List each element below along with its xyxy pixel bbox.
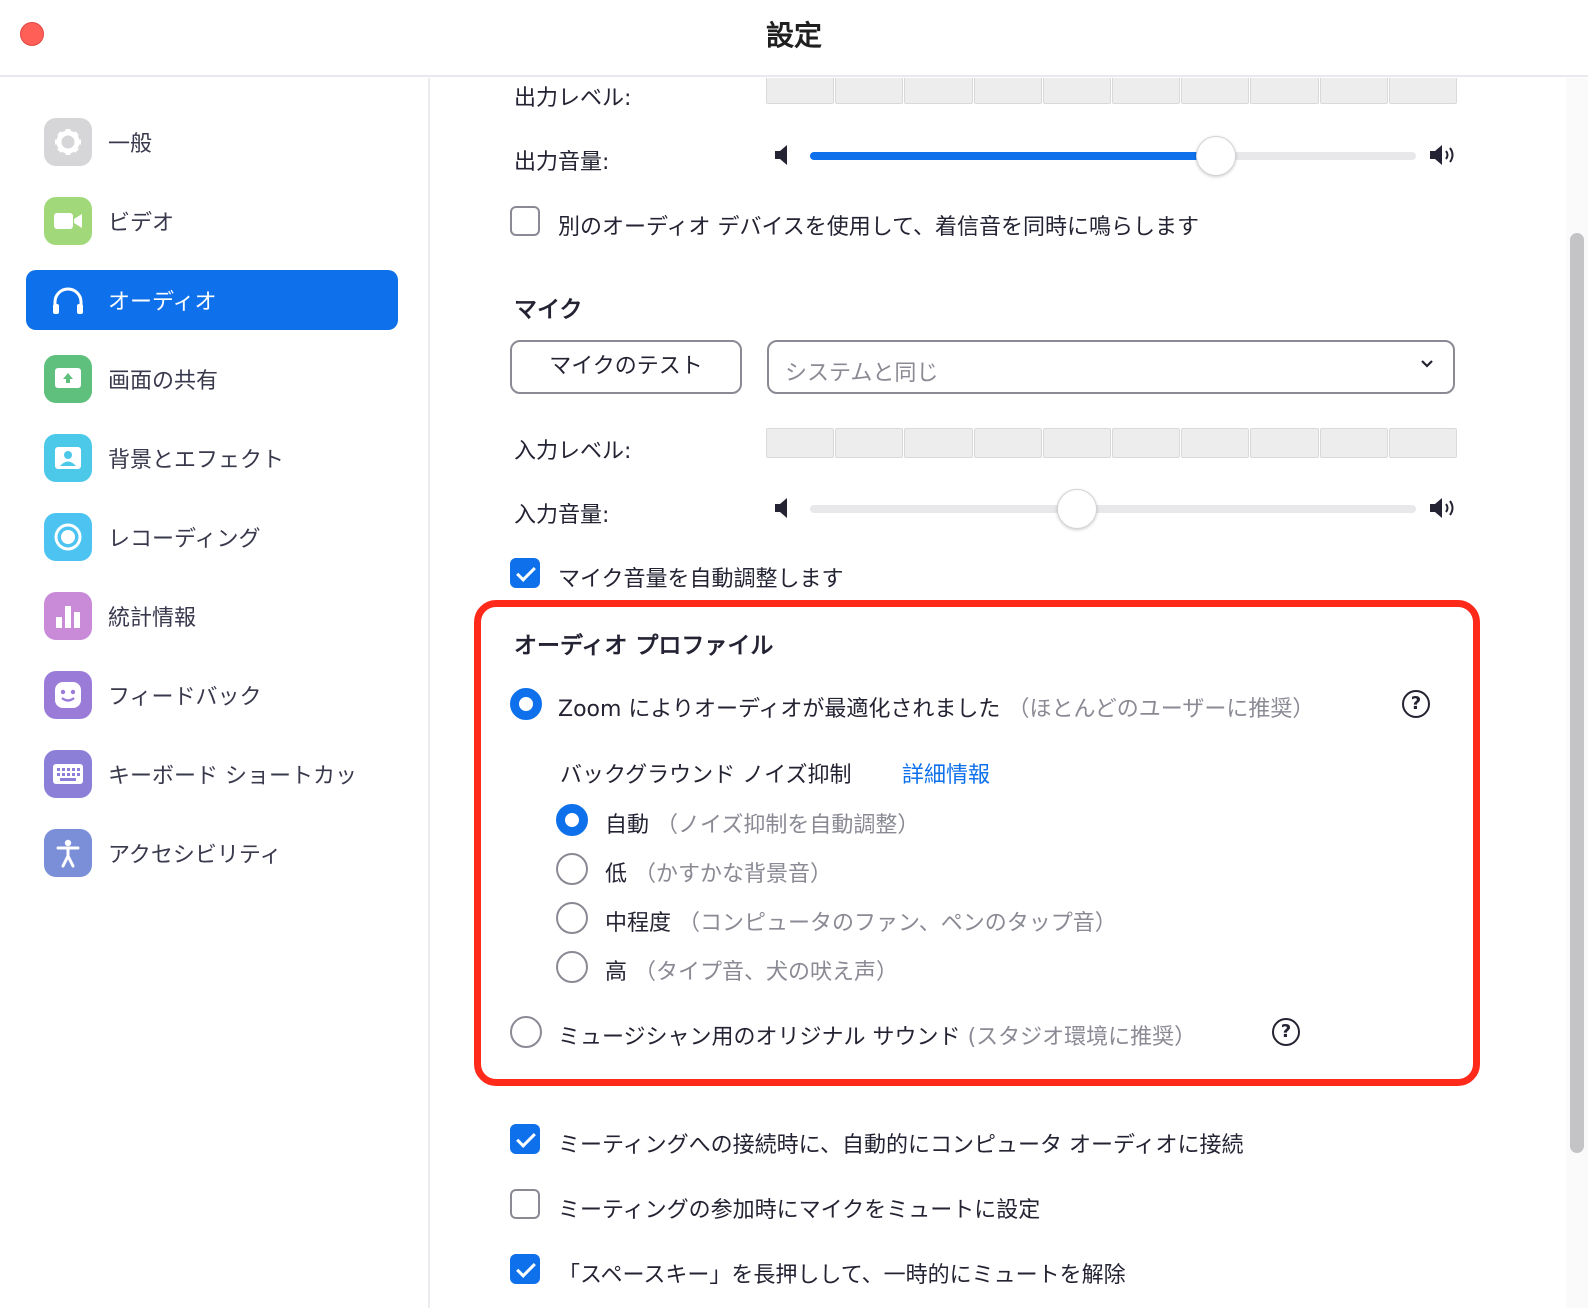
speaker-high-icon (1430, 498, 1454, 518)
slider-track (810, 489, 1416, 529)
noise-auto-radio[interactable] (556, 804, 588, 836)
auto-join-computer-audio-checkbox[interactable] (510, 1124, 540, 1154)
speaker-high-icon (1430, 145, 1454, 165)
sidebar-item-background-effects[interactable]: 背景とエフェクト (26, 428, 398, 488)
help-icon[interactable]: ? (1272, 1018, 1300, 1046)
scrollbar-thumb[interactable] (1570, 233, 1584, 1153)
mute-on-join-label: ミーティングの参加時にマイクをミュートに設定 (558, 1198, 1041, 1223)
test-mic-button[interactable]: マイクのテスト (510, 340, 742, 394)
sidebar-item-label: 画面の共有 (108, 369, 219, 394)
sidebar-item-recording[interactable]: レコーディング (26, 507, 398, 567)
auto-adjust-mic-volume-label: マイク音量を自動調整します (558, 567, 844, 592)
sidebar-item-label: ビデオ (108, 211, 175, 236)
record-icon (44, 513, 92, 561)
noise-low-radio[interactable] (556, 853, 588, 885)
slider-thumb[interactable] (1196, 136, 1236, 176)
sidebar-item-keyboard-shortcuts[interactable]: キーボード ショートカッ (26, 744, 398, 804)
speaker-low-icon (775, 145, 787, 165)
sidebar-item-label: フィードバック (108, 685, 262, 710)
audio-settings-panel: 出力レベル: 出力音量: 別のオーディオ デバイスを使用して、着信音を同時に鳴ら… (432, 78, 1588, 1308)
sidebar-item-label: 一般 (108, 132, 153, 157)
space-unmute-checkbox[interactable] (510, 1254, 540, 1284)
title-bar: 設定 (0, 0, 1588, 77)
output-level-meter (766, 78, 1458, 104)
zoom-optimized-label: Zoom によりオーディオが最適化されました （ほとんどのユーザーに推奨） (558, 691, 1314, 723)
headphones-icon (44, 276, 92, 324)
sidebar-item-label: アクセシビリティ (108, 843, 282, 868)
scrollbar-track[interactable] (1566, 78, 1588, 1308)
sidebar-item-label: 統計情報 (108, 606, 197, 631)
output-level-label: 出力レベル: (514, 86, 632, 111)
background-person-icon (44, 434, 92, 482)
noise-low-label: 低 （かすかな背景音） (605, 862, 833, 887)
bar-chart-icon (44, 592, 92, 640)
share-screen-icon (44, 355, 92, 403)
audio-profile-highlight (474, 600, 1480, 1086)
slider-fill (810, 505, 1077, 513)
sidebar-item-label: 背景とエフェクト (108, 448, 285, 473)
mic-device-select-value: システムと同じ (785, 361, 939, 386)
details-link[interactable]: 詳細情報 (902, 757, 990, 789)
sidebar-item-audio[interactable]: オーディオ (26, 270, 398, 330)
noise-high-label: 高 （タイプ音、犬の吠え声） (605, 960, 899, 985)
sidebar-item-label: オーディオ (108, 290, 217, 315)
audio-profile-title: オーディオ プロファイル (514, 633, 774, 659)
help-icon[interactable]: ? (1402, 690, 1430, 718)
zoom-optimized-radio[interactable] (510, 688, 542, 720)
space-unmute-label: 「スペースキー」を長押しして、一時的にミュートを解除 (558, 1263, 1126, 1288)
slider-track (810, 136, 1416, 176)
mic-section-title: マイク (514, 297, 583, 323)
speaker-low-icon (775, 498, 787, 518)
window-title: 設定 (765, 19, 822, 52)
noise-auto-label: 自動 （ノイズ抑制を自動調整） (605, 813, 920, 838)
mic-device-select[interactable]: システムと同じ (767, 340, 1455, 394)
sidebar-item-video[interactable]: ビデオ (26, 191, 398, 251)
input-level-label: 入力レベル: (514, 439, 632, 464)
gear-icon (44, 118, 92, 166)
sidebar-item-feedback[interactable]: フィードバック (26, 665, 398, 725)
noise-high-radio[interactable] (556, 951, 588, 983)
chevron-down-icon (1421, 360, 1433, 368)
auto-adjust-mic-volume-checkbox[interactable] (510, 558, 540, 588)
zoom-optimized-hint: （ほとんどのユーザーに推奨） (1007, 697, 1315, 722)
sidebar: 一般 ビデオ オーディオ 画面の共有 背景とエフェクト レコーディング 統計情報… (0, 78, 430, 1308)
smile-icon (44, 671, 92, 719)
input-volume-label: 入力音量: (514, 503, 610, 528)
slider-thumb[interactable] (1057, 489, 1097, 529)
sidebar-item-accessibility[interactable]: アクセシビリティ (26, 823, 398, 883)
sidebar-item-statistics[interactable]: 統計情報 (26, 586, 398, 646)
zoom-optimized-text: Zoom によりオーディオが最適化されました (558, 697, 1001, 722)
mute-on-join-checkbox[interactable] (510, 1189, 540, 1219)
noise-suppression-label: バックグラウンド ノイズ抑制 (560, 763, 852, 788)
input-level-meter (766, 428, 1458, 458)
output-volume-slider[interactable] (772, 135, 1460, 176)
sidebar-item-general[interactable]: 一般 (26, 112, 398, 172)
separate-ringtone-device-checkbox[interactable] (510, 206, 540, 236)
accessibility-icon (44, 829, 92, 877)
output-volume-label: 出力音量: (514, 150, 610, 175)
slider-fill (810, 152, 1216, 160)
sidebar-item-share-screen[interactable]: 画面の共有 (26, 349, 398, 409)
video-camera-icon (44, 197, 92, 245)
noise-medium-radio[interactable] (556, 902, 588, 934)
auto-join-computer-audio-label: ミーティングへの接続時に、自動的にコンピュータ オーディオに接続 (558, 1133, 1244, 1158)
sidebar-item-label: キーボード ショートカッ (108, 764, 357, 789)
noise-medium-label: 中程度 （コンピュータのファン、ペンのタップ音） (605, 911, 1117, 936)
sidebar-item-label: レコーディング (108, 527, 261, 552)
original-sound-radio[interactable] (510, 1016, 542, 1048)
input-volume-slider[interactable] (772, 488, 1460, 529)
separate-ringtone-device-label: 別のオーディオ デバイスを使用して、着信音を同時に鳴らします (558, 215, 1200, 240)
original-sound-label: ミュージシャン用のオリジナル サウンド (スタジオ環境に推奨） (558, 1025, 1197, 1050)
keyboard-icon (44, 750, 92, 798)
